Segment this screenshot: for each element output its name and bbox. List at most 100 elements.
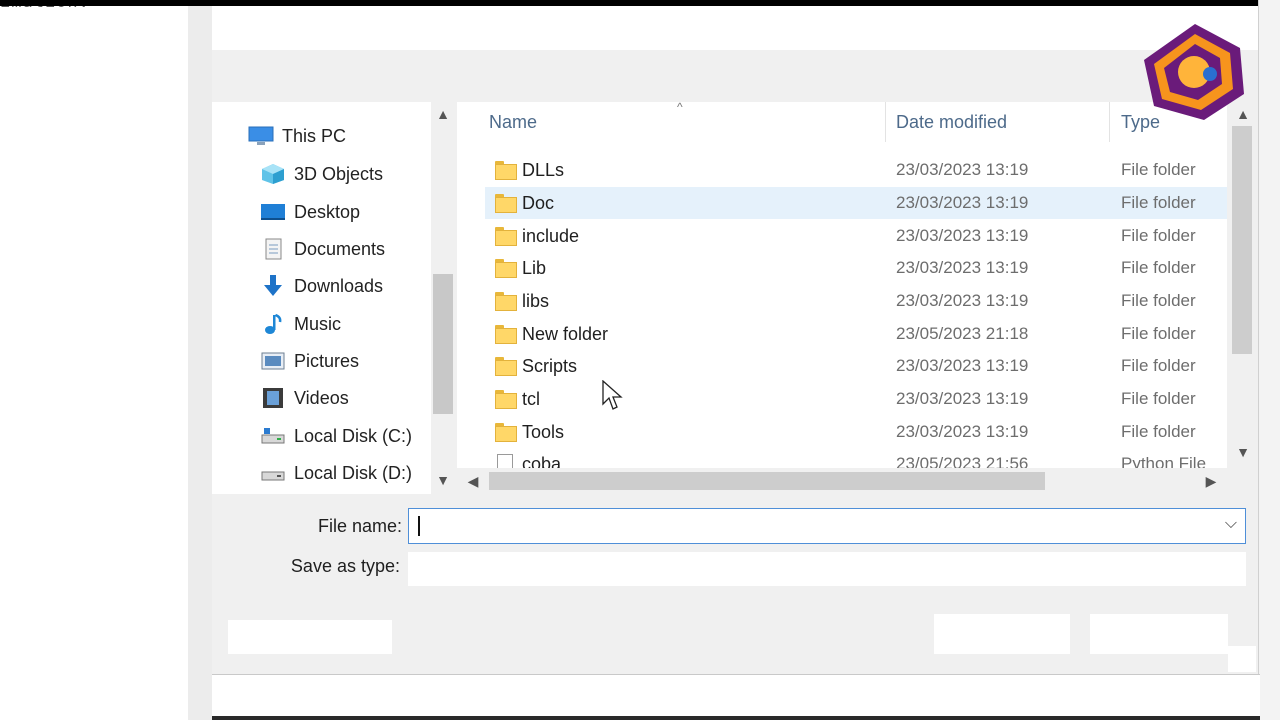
list-row-doc[interactable]: Doc 23/03/2023 13:19 File folder [485, 187, 1227, 219]
file-list-vertical-scrollbar[interactable]: ▲ ▼ [1227, 102, 1258, 468]
resize-grip[interactable] [1228, 646, 1256, 672]
window-edge [1258, 0, 1280, 720]
save-as-type-select[interactable] [408, 552, 1246, 586]
folder-icon [495, 390, 517, 409]
row-name: Doc [522, 193, 555, 213]
file-name-label: File name: [317, 516, 402, 536]
nav-item-label: Desktop [294, 201, 361, 222]
row-date: 23/03/2023 13:19 [896, 356, 1029, 375]
nav-item-videos[interactable]: Videos [260, 382, 349, 414]
nav-item-downloads[interactable]: Downloads [260, 270, 383, 302]
row-name: Tools [522, 422, 565, 442]
file-list: Name ^ Date modified Type DLLs 23/03/202… [457, 102, 1227, 468]
row-type: File folder [1121, 193, 1196, 212]
save-dialog: This PC 3D Objects Desktop Documents Dow… [212, 6, 1258, 674]
sort-ascending-icon: ^ [677, 102, 683, 114]
row-date: 23/03/2023 13:19 [896, 258, 1029, 277]
list-row-include[interactable]: include 23/03/2023 13:19 File folder [485, 220, 1227, 252]
file-name-input[interactable]: ⌵ [408, 508, 1246, 544]
nav-scroll-thumb[interactable] [433, 274, 453, 414]
python-file-icon [497, 454, 513, 468]
nav-item-local-disk-d[interactable]: Local Disk (D:) [260, 457, 412, 489]
row-name: include [522, 226, 580, 246]
mouse-pointer-icon [602, 379, 624, 417]
column-header-date-modified[interactable]: Date modified [896, 102, 1007, 142]
list-row-tcl[interactable]: tcl 23/03/2023 13:19 File folder [485, 383, 1227, 415]
nav-item-label: 3D Objects [294, 163, 384, 184]
column-header-name[interactable]: Name [489, 102, 537, 142]
background-divider [188, 0, 212, 720]
nav-scrollbar[interactable]: ▲ ▼ [431, 102, 455, 494]
chevron-down-icon[interactable]: ⌵ [1225, 515, 1237, 533]
row-type: File folder [1121, 160, 1196, 179]
column-separator[interactable] [1109, 102, 1110, 142]
list-row-scripts[interactable]: Scripts 23/03/2023 13:19 File folder [485, 350, 1227, 382]
list-row-lib[interactable]: Lib 23/03/2023 13:19 File folder [485, 252, 1227, 284]
row-date: 23/05/2023 21:56 [896, 454, 1029, 468]
save-as-type-label: Save as type: [290, 556, 400, 576]
nav-item-documents[interactable]: Documents [260, 233, 385, 265]
music-note-icon [260, 313, 286, 335]
scroll-down-icon[interactable]: ▼ [431, 472, 455, 488]
desktop-icon [260, 201, 286, 223]
row-type: File folder [1121, 291, 1196, 310]
scroll-left-icon[interactable]: ◀ [461, 473, 485, 490]
row-type: File folder [1121, 258, 1196, 277]
scroll-up-icon[interactable]: ▲ [431, 106, 455, 122]
folder-icon [495, 259, 517, 278]
nav-item-label: This PC [282, 125, 347, 146]
row-name: tcl [522, 389, 540, 409]
scroll-right-icon[interactable]: ▶ [1199, 473, 1223, 490]
drive-icon [260, 462, 286, 484]
row-date: 23/03/2023 13:19 [896, 193, 1029, 212]
computer-icon [248, 125, 274, 147]
picture-icon [260, 350, 286, 372]
nav-item-label: Local Disk (D:) [294, 462, 413, 483]
row-type: File folder [1121, 389, 1196, 408]
scroll-down-icon[interactable]: ▼ [1231, 444, 1255, 460]
nav-item-music[interactable]: Music [260, 308, 341, 340]
row-name: DLLs [522, 160, 565, 180]
cancel-button[interactable] [1090, 614, 1228, 654]
nav-item-desktop[interactable]: Desktop [260, 196, 360, 228]
row-date: 23/03/2023 13:19 [896, 226, 1029, 245]
folder-icon [495, 227, 517, 246]
row-type: File folder [1121, 422, 1196, 441]
row-name: Lib [522, 258, 547, 278]
bottom-border [212, 716, 1260, 720]
list-row-coba[interactable]: coba 23/05/2023 21:56 Python File [485, 448, 1227, 468]
nav-item-this-pc[interactable]: This PC [248, 120, 346, 152]
film-icon [260, 387, 286, 409]
row-name: coba [522, 454, 562, 468]
nav-item-label: Local Disk (C:) [294, 425, 413, 446]
horizontal-scroll-thumb[interactable] [489, 472, 1045, 490]
list-row-tools[interactable]: Tools 23/03/2023 13:19 File folder [485, 416, 1227, 448]
row-date: 23/03/2023 13:19 [896, 422, 1029, 441]
column-separator[interactable] [885, 102, 886, 142]
window-bottom [212, 674, 1260, 721]
dialog-toolbar [212, 50, 1258, 102]
row-name: Scripts [522, 356, 578, 376]
row-date: 23/03/2023 13:19 [896, 291, 1029, 310]
list-row-libs[interactable]: libs 23/03/2023 13:19 File folder [485, 285, 1227, 317]
nav-item-3d-objects[interactable]: 3D Objects [260, 158, 383, 190]
list-row-new-folder[interactable]: New folder 23/05/2023 21:18 File folder [485, 318, 1227, 350]
file-list-horizontal-scrollbar[interactable]: ◀ ▶ [457, 468, 1227, 494]
nav-item-label: Music [294, 313, 342, 334]
row-type: File folder [1121, 226, 1196, 245]
list-row-dlls[interactable]: DLLs 23/03/2023 13:19 File folder [485, 154, 1227, 186]
nav-item-pictures[interactable]: Pictures [260, 345, 359, 377]
row-date: 23/03/2023 13:19 [896, 389, 1029, 408]
folder-icon [495, 161, 517, 180]
nav-item-local-disk-c[interactable]: Local Disk (C:) [260, 420, 412, 452]
hide-folders-button[interactable] [228, 620, 392, 654]
save-button[interactable] [934, 614, 1070, 654]
background-editor: imation: [0, 0, 188, 720]
row-type: Python File [1121, 454, 1207, 468]
drive-icon [260, 425, 286, 447]
document-icon [260, 238, 286, 260]
file-list-scroll-thumb[interactable] [1232, 126, 1252, 354]
folder-icon [495, 325, 517, 344]
dialog-address-area [212, 6, 1258, 50]
row-date: 23/05/2023 21:18 [896, 324, 1029, 343]
